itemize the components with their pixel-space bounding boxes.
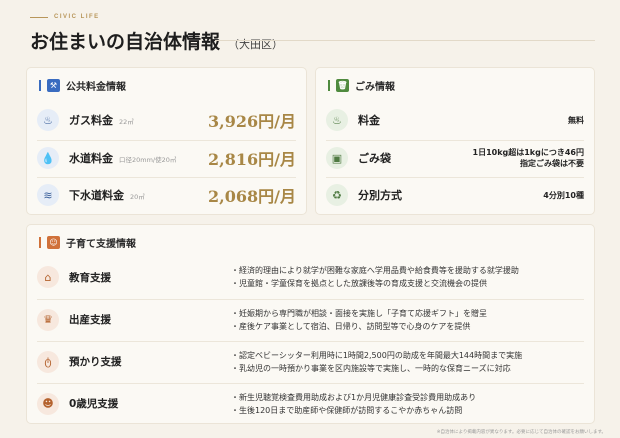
garbage-value: 無料 — [568, 115, 584, 125]
childcare-row-birth: ♛ 出産支援 ・妊娠期から専門職が相談・面接を実施し「子育て応援ギフト」を贈呈 … — [37, 299, 584, 339]
childcare-row-infant: ☻ 0歳児支援 ・新生児聴覚検査費用助成および1か月児健康診査受診費用助成あり … — [37, 383, 584, 423]
childcare-description: ・経済的理由により就学が困難な家庭へ学用品費や給食費等を援助する就学援助 ・児童… — [231, 266, 519, 288]
header-accent-bar — [39, 80, 41, 91]
faucet-icon: ⚒ — [47, 79, 60, 92]
sewer-icon: ≋ — [37, 184, 59, 206]
garbage-card-header: 🗑 ごみ情報 — [328, 78, 395, 93]
childcare-card: ☺ 子育て支援情報 ⌂ 教育支援 ・経済的理由により就学が困難な家庭へ学用品費や… — [26, 224, 595, 424]
childcare-label: 教育支援 — [69, 271, 111, 284]
utility-label: ガス料金 22㎥ — [69, 114, 134, 127]
recycle-icon: ♻ — [326, 184, 348, 206]
eyebrow: CIVIC LIFE — [30, 14, 100, 20]
school-icon: ⌂ — [37, 266, 59, 288]
childcare-label: 預かり支援 — [69, 356, 122, 368]
utility-row-water: 💧 水道料金 口径20mm/使20㎥ 2,816円/月 — [37, 140, 296, 175]
garbage-row-fee: ♨ 料金 無料 — [326, 103, 584, 137]
utility-value: 2,068円/月 — [208, 187, 296, 206]
garbage-bag-icon: ▣ — [326, 147, 348, 169]
utility-label: 水道料金 口径20mm/使20㎥ — [69, 152, 177, 165]
header-accent-bar — [39, 237, 41, 248]
childcare-card-header: ☺ 子育て支援情報 — [39, 235, 136, 250]
garbage-title: ごみ情報 — [355, 82, 395, 93]
utility-row-gas: ♨ ガス料金 22㎥ 3,926円/月 — [37, 103, 296, 137]
garbage-label: ごみ袋 — [358, 152, 391, 165]
eyebrow-line — [30, 16, 48, 18]
garbage-row-sorting: ♻ 分別方式 4分別10種 — [326, 177, 584, 212]
cake-icon: ♛ — [37, 308, 59, 331]
garbage-label: 料金 — [358, 114, 380, 127]
utility-value: 3,926円/月 — [208, 112, 296, 131]
childcare-description: ・妊娠期から専門職が相談・面接を実施し「子育て応援ギフト」を贈呈 ・産後ケア事業… — [231, 308, 487, 331]
pacifier-icon: ტ — [37, 350, 59, 373]
childcare-row-daycare: ტ 預かり支援 ・認定ベビーシッター利用時に1時間2,500円の助成を年間最大1… — [37, 341, 584, 381]
garbage-card: 🗑 ごみ情報 ♨ 料金 無料 ▣ ごみ袋 1日10kg超は1kgにつき46円 指定… — [315, 67, 595, 215]
utility-label: 下水道料金 20㎥ — [69, 189, 145, 202]
childcare-title: 子育て支援情報 — [66, 239, 136, 250]
page-title-text: お住まいの自治体情報 — [30, 31, 221, 53]
garbage-value: 4分別10種 — [543, 190, 584, 200]
garbage-row-bag: ▣ ごみ袋 1日10kg超は1kgにつき46円 指定ごみ袋は不要 — [326, 140, 584, 175]
garbage-label: 分別方式 — [358, 189, 402, 202]
eyebrow-text: CIVIC LIFE — [54, 14, 100, 20]
flame-icon: ♨ — [37, 109, 59, 131]
header-accent-bar — [328, 80, 330, 91]
footer-note: ※自治体により掲載内容が異なります。必要に応じて自治体の確認をお願いします。 — [436, 430, 606, 435]
utilities-card: ⚒ 公共料金情報 ♨ ガス料金 22㎥ 3,926円/月 💧 水道料金 口径20mm… — [26, 67, 307, 215]
childcare-row-education: ⌂ 教育支援 ・経済的理由により就学が困難な家庭へ学用品費や給食費等を援助する就… — [37, 257, 584, 297]
water-drop-icon: 💧 — [37, 147, 59, 169]
childcare-description: ・新生児聴覚検査費用助成および1か月児健康診査受診費用助成あり ・生後120日ま… — [231, 392, 477, 415]
trash-icon: 🗑 — [336, 79, 349, 92]
utility-value: 2,816円/月 — [208, 150, 296, 169]
family-icon: ☺ — [47, 236, 60, 249]
utility-row-sewer: ≋ 下水道料金 20㎥ 2,068円/月 — [37, 177, 296, 212]
childcare-label: 0歳児支援 — [69, 398, 119, 410]
utilities-card-header: ⚒ 公共料金情報 — [39, 78, 126, 93]
flame-icon: ♨ — [326, 109, 348, 131]
childcare-label: 出産支援 — [69, 314, 111, 326]
baby-icon: ☻ — [37, 392, 59, 415]
garbage-value: 1日10kg超は1kgにつき46円 指定ごみ袋は不要 — [472, 148, 585, 168]
utilities-title: 公共料金情報 — [66, 82, 126, 93]
childcare-description: ・認定ベビーシッター利用時に1時間2,500円の助成を年間最大144時間まで実施… — [231, 350, 523, 373]
title-divider — [215, 40, 595, 41]
